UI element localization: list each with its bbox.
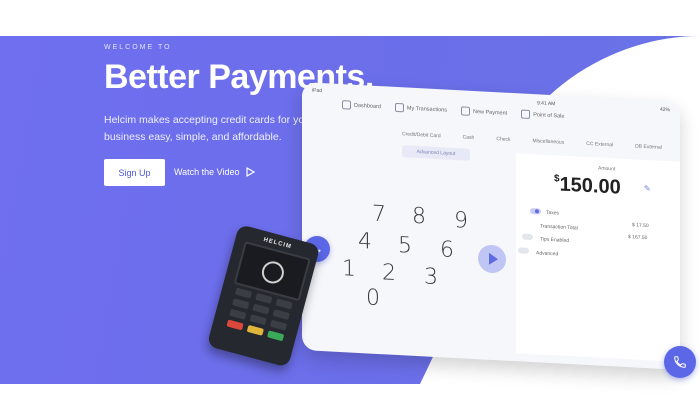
watch-video-label: Watch the Video bbox=[174, 167, 240, 177]
transaction-total-label: Transaction Total bbox=[540, 223, 578, 232]
tips-toggle bbox=[522, 233, 533, 241]
tablet-nav-item: Point of Sale bbox=[521, 109, 564, 120]
phone-call-button[interactable] bbox=[664, 346, 696, 378]
tablet-status-device: iPad bbox=[312, 87, 323, 95]
tablet-screen: iPad 9:41 AM 42% Dashboard My Transactio… bbox=[302, 82, 680, 370]
card-terminal: HELCIM bbox=[203, 224, 325, 368]
transaction-total-value: $ 167.50 bbox=[628, 234, 648, 242]
amount-label: Amount bbox=[598, 165, 616, 173]
terminal-body: HELCIM bbox=[206, 224, 321, 368]
tablet-tab: Credit/Debit Card bbox=[402, 131, 441, 140]
advanced-layout-button: Advanced Layout bbox=[402, 145, 470, 161]
taxes-value: $ 17.50 bbox=[632, 222, 649, 230]
tablet-status-battery: 42% bbox=[659, 106, 670, 114]
new-payment-icon bbox=[460, 106, 470, 116]
keypad-key: 8 bbox=[412, 203, 426, 230]
tablet-play-icon bbox=[478, 244, 506, 274]
welcome-text: WELCOME TO bbox=[104, 44, 172, 51]
tablet-top-nav: Dashboard My Transactions New Payment Po… bbox=[342, 100, 564, 121]
contactless-icon bbox=[259, 258, 287, 286]
tablet-tab: Cash bbox=[462, 134, 475, 142]
tablet-tab: DB External bbox=[635, 143, 662, 151]
tablet-tab: Check bbox=[496, 136, 511, 143]
tablet-status-time: 9:41 AM bbox=[537, 100, 556, 108]
edit-icon: ✎ bbox=[644, 183, 651, 194]
tablet-tab: CC External bbox=[586, 140, 614, 149]
tablet-mockup: iPad 9:41 AM 42% Dashboard My Transactio… bbox=[302, 82, 680, 370]
hero-subtitle: Helcim makes accepting credit cards for … bbox=[104, 114, 314, 143]
keypad-key: 0 bbox=[366, 285, 380, 312]
tablet-nav-item: Dashboard bbox=[342, 100, 381, 111]
keypad-key: 9 bbox=[454, 207, 468, 234]
advanced-label: Advanced bbox=[536, 250, 559, 258]
amount-value: $150.00 bbox=[554, 173, 621, 199]
keypad-key: 5 bbox=[398, 233, 412, 259]
play-icon bbox=[245, 167, 255, 177]
keypad-key: 2 bbox=[382, 260, 396, 286]
tablet-amount-panel: Amount $150.00 ✎ Taxes $ 17.50 Transacti… bbox=[516, 153, 680, 362]
phone-icon bbox=[674, 356, 686, 368]
keypad-key: 1 bbox=[342, 256, 356, 282]
keypad-key: 3 bbox=[424, 264, 438, 291]
advanced-toggle bbox=[518, 247, 529, 254]
transactions-icon bbox=[394, 102, 404, 113]
point-of-sale-icon bbox=[521, 109, 531, 119]
dashboard-icon bbox=[342, 100, 351, 110]
tablet-nav-item: My Transactions bbox=[394, 102, 447, 115]
tablet-tab: Miscellaneous bbox=[532, 138, 565, 146]
taxes-toggle bbox=[530, 207, 541, 215]
keypad-key: 4 bbox=[358, 228, 372, 255]
taxes-label: Taxes bbox=[546, 209, 560, 217]
tips-enabled-label: Tips Enabled bbox=[540, 236, 569, 244]
sign-up-button[interactable]: Sign Up bbox=[104, 159, 165, 186]
keypad-key: 7 bbox=[372, 201, 386, 228]
watch-video-link[interactable]: Watch the Video bbox=[174, 167, 255, 177]
tablet-nav-item: New Payment bbox=[460, 106, 507, 117]
keypad-key: 6 bbox=[440, 237, 454, 263]
